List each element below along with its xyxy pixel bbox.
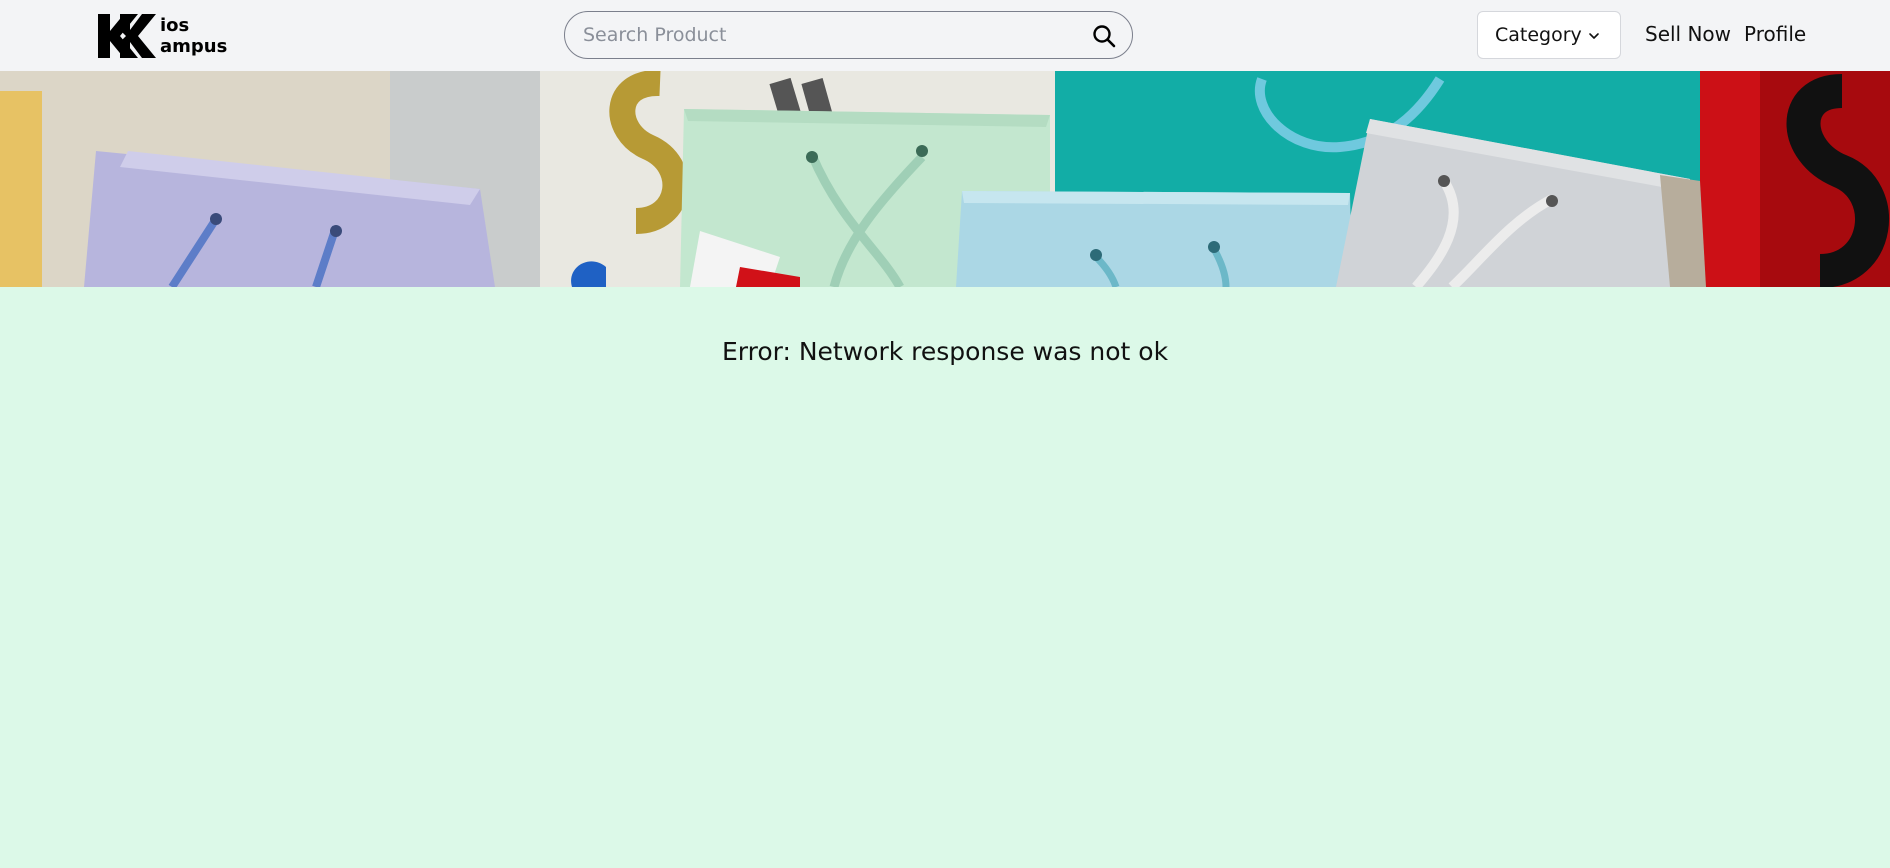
kk-logo-icon — [98, 14, 156, 58]
top-navbar: ios ampus Category Sell Now Profile — [0, 0, 1890, 71]
search-icon — [1093, 25, 1116, 48]
search-bar — [564, 11, 1133, 59]
shopping-bags-illustration — [0, 71, 1890, 287]
category-label: Category — [1495, 24, 1582, 46]
search-input[interactable] — [583, 12, 1063, 57]
category-dropdown[interactable]: Category — [1477, 11, 1621, 59]
chevron-down-icon — [1589, 33, 1599, 39]
logo-text-line1: ios — [160, 15, 190, 36]
hero-banner-image — [0, 71, 1890, 287]
sell-now-link[interactable]: Sell Now — [1645, 22, 1731, 46]
search-button[interactable] — [1092, 24, 1116, 48]
profile-link[interactable]: Profile — [1744, 22, 1806, 46]
error-message: Error: Network response was not ok — [721, 337, 1169, 366]
site-logo[interactable]: ios ampus — [96, 12, 228, 60]
logo-text-line2: ampus — [160, 36, 228, 57]
product-list-area: Error: Network response was not ok — [0, 287, 1890, 868]
